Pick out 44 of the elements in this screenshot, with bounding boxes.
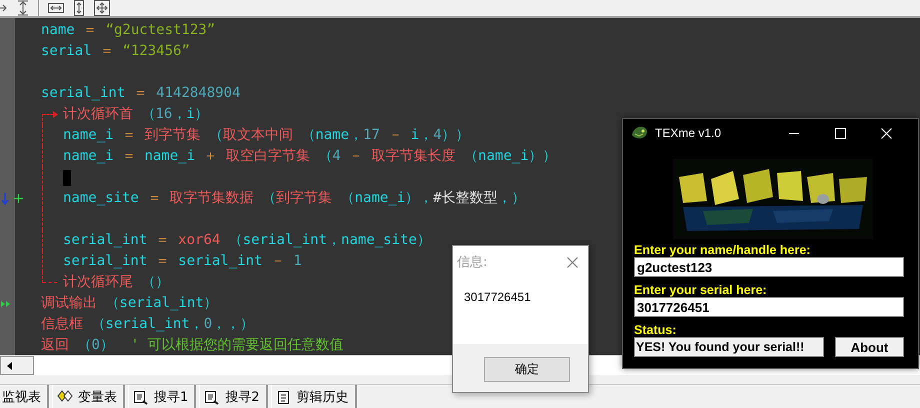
name-field[interactable]: g2uctest123 [634, 257, 904, 277]
down-arrow-icon [1, 192, 9, 204]
left-arrow-icon [7, 362, 13, 370]
message-text: 3017726451 [464, 290, 531, 304]
tab[interactable]: 剪辑历史 [270, 385, 357, 408]
code-line: 计次循环尾 （） [63, 273, 170, 292]
code-line: 返回 （0） ' 可以根据您的需要返回任意数值 [41, 336, 344, 355]
code-line: 计次循环首 （16，i） [63, 105, 209, 124]
move-icon[interactable] [94, 0, 110, 16]
dialog-title: 信息: [457, 254, 488, 271]
search-icon [204, 390, 220, 404]
serial-field[interactable]: 3017726451 [634, 297, 904, 317]
code-line: name_i ＝ 到字节集 （取文本中间 （name，17 － i，4）） [63, 126, 470, 145]
code-line: serial_int ＝ xor64 （serial_int，name_site） [63, 231, 431, 250]
code-line: name_i ＝ name_i ＋ 取空白字节集 （4 － 取字节集长度 （name_i）） [63, 147, 557, 166]
tab[interactable]: 监视表 [0, 385, 49, 408]
code-line: serial_int ＝ 4142848904 [41, 84, 240, 103]
code-line: name_site ＝ 取字节集数据 （到字节集 （name_i），#长整数型，） [63, 189, 526, 208]
diamonds-icon [57, 390, 73, 404]
code-line: name ＝ “g2uctest123” [41, 21, 216, 40]
field-label: Enter your name/handle here: [634, 244, 812, 257]
code-line: serial ＝ “123456” [41, 42, 190, 61]
stretch-vertical-icon[interactable] [73, 0, 85, 16]
text-cursor [63, 170, 71, 186]
fast-forward-icon [1, 300, 10, 306]
field-label: Enter your serial here: [634, 284, 768, 297]
scroll-left-button[interactable] [0, 356, 34, 375]
maximize-icon[interactable] [835, 128, 846, 138]
plus-icon [14, 194, 23, 203]
document-icon [276, 390, 292, 404]
ok-button[interactable]: 确定 [484, 357, 570, 382]
code-line: serial_int ＝ serial_int － 1 [63, 252, 302, 271]
tab[interactable]: 搜寻1 [128, 385, 196, 408]
code-line: 调试输出 （serial_int） [41, 294, 218, 313]
search-icon [133, 390, 149, 404]
stretch-horizontal-icon[interactable] [48, 0, 64, 16]
tab[interactable]: 变量表 [52, 385, 125, 408]
tab[interactable]: 搜寻2 [199, 385, 268, 408]
field-label: Status: [634, 324, 678, 337]
window-title: TEXme v1.0 [655, 126, 722, 140]
code-line: 信息框 （serial_int，0，，） [41, 315, 254, 334]
fit-height-icon[interactable] [17, 0, 29, 16]
about-button[interactable]: About [835, 337, 904, 357]
status-field: YES! You found your serial!! [634, 337, 824, 357]
